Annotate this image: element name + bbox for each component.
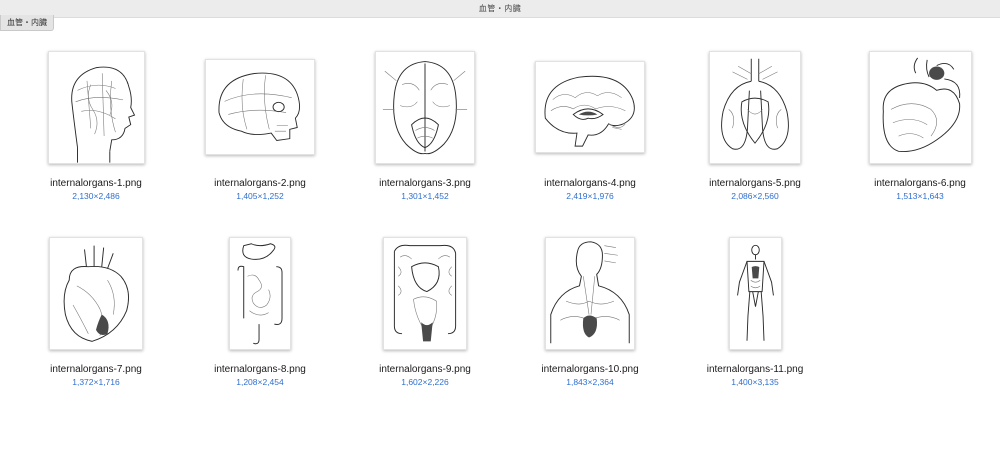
skull-side-icon bbox=[218, 72, 301, 142]
file-name: internalorgans-9.png bbox=[379, 364, 471, 375]
file-dimensions: 2,419×1,976 bbox=[566, 191, 614, 201]
file-dimensions: 2,130×2,486 bbox=[72, 191, 120, 201]
file-item[interactable]: internalorgans-6.png 1,513×1,643 bbox=[845, 42, 995, 212]
file-item[interactable]: internalorgans-5.png 2,086×2,560 bbox=[680, 42, 830, 212]
heart-icon bbox=[63, 245, 129, 342]
file-dimensions: 2,086×2,560 bbox=[731, 191, 779, 201]
file-item[interactable]: internalorgans-8.png 1,208×2,454 bbox=[185, 228, 335, 398]
file-name: internalorgans-8.png bbox=[214, 364, 306, 375]
file-item[interactable]: internalorgans-9.png 1,602×2,226 bbox=[350, 228, 500, 398]
file-dimensions: 1,602×2,226 bbox=[401, 377, 449, 387]
file-dimensions: 1,843×2,364 bbox=[566, 377, 614, 387]
file-name: internalorgans-4.png bbox=[544, 178, 636, 189]
file-item[interactable]: internalorgans-1.png 2,130×2,486 bbox=[21, 42, 171, 212]
thumbnail bbox=[535, 61, 645, 153]
file-grid: internalorgans-1.png 2,130×2,486 interna… bbox=[0, 30, 1000, 467]
file-dimensions: 1,208×2,454 bbox=[236, 377, 284, 387]
body-figure-icon bbox=[736, 244, 774, 341]
file-item[interactable]: internalorgans-4.png 2,419×1,976 bbox=[515, 42, 665, 212]
head-vessels-icon bbox=[70, 66, 135, 163]
brain-section-icon bbox=[544, 75, 635, 147]
file-item[interactable]: internalorgans-7.png 1,372×1,716 bbox=[21, 228, 171, 398]
thumbnail bbox=[868, 50, 972, 164]
file-dimensions: 1,405×1,252 bbox=[236, 191, 284, 201]
intestines-icon bbox=[393, 244, 457, 341]
thumbnail bbox=[205, 59, 315, 155]
neck-torso-icon bbox=[550, 240, 630, 343]
thumbnail bbox=[709, 50, 801, 164]
thumbnail bbox=[545, 236, 635, 350]
thumbnail bbox=[383, 236, 467, 350]
file-dimensions: 1,400×3,135 bbox=[731, 377, 779, 387]
file-dimensions: 1,513×1,643 bbox=[896, 191, 944, 201]
file-name: internalorgans-7.png bbox=[50, 364, 142, 375]
file-name: internalorgans-11.png bbox=[706, 364, 804, 375]
file-item[interactable]: internalorgans-11.png 1,400×3,135 bbox=[680, 228, 830, 398]
file-name: internalorgans-10.png bbox=[541, 364, 639, 375]
folder-tab-label: 血管・内臓 bbox=[7, 18, 47, 27]
thumbnail bbox=[728, 236, 782, 350]
file-name: internalorgans-5.png bbox=[709, 178, 801, 189]
file-dimensions: 1,372×1,716 bbox=[72, 377, 120, 387]
file-name: internalorgans-2.png bbox=[214, 178, 306, 189]
file-name: internalorgans-6.png bbox=[874, 178, 966, 189]
heart-section-icon bbox=[882, 57, 960, 152]
file-item[interactable]: internalorgans-3.png 1,301×1,452 bbox=[350, 42, 500, 212]
brain-base-icon bbox=[382, 60, 468, 154]
thumbnail bbox=[49, 236, 143, 350]
thumbnail bbox=[47, 50, 145, 164]
folder-tab[interactable]: 血管・内臓 bbox=[0, 15, 54, 31]
file-item[interactable]: internalorgans-2.png 1,405×1,252 bbox=[185, 42, 335, 212]
thumbnail bbox=[375, 50, 475, 164]
file-item[interactable]: internalorgans-10.png 1,843×2,364 bbox=[515, 228, 665, 398]
window-title: 血管・内臓 bbox=[478, 4, 522, 13]
digestive-icon bbox=[237, 242, 283, 344]
file-name: internalorgans-3.png bbox=[379, 178, 471, 189]
thumbnail bbox=[229, 236, 291, 350]
file-dimensions: 1,301×1,452 bbox=[401, 191, 449, 201]
window-titlebar[interactable]: 血管・内臓 bbox=[0, 0, 1000, 18]
file-name: internalorgans-1.png bbox=[50, 178, 142, 189]
lungs-heart-icon bbox=[721, 58, 789, 150]
